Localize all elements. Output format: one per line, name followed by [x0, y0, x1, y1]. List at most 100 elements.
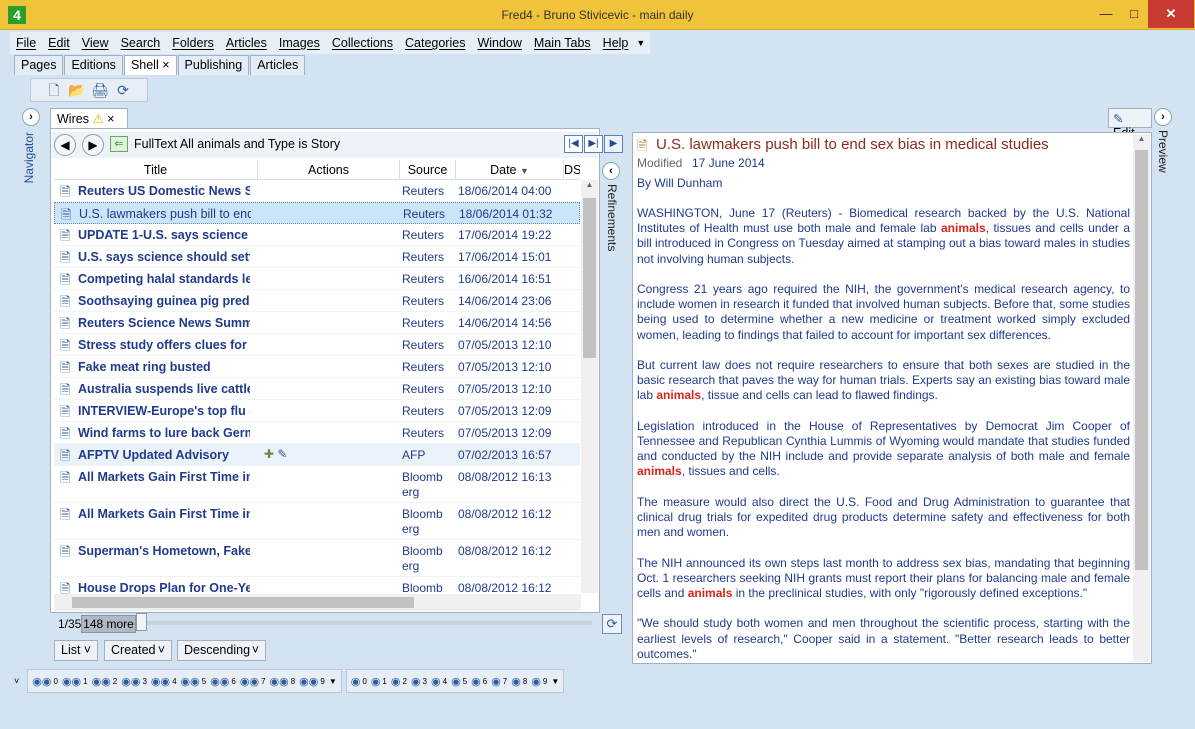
globe-icon[interactable]: ◉ [431, 675, 441, 688]
table-row[interactable]: 🗎 Australia suspends live cattle e Reuters… [54, 378, 580, 400]
table-row[interactable]: 🗎UPDATE 1-U.S. says science sheReuters17… [54, 224, 580, 246]
tab-publishing[interactable]: Publishing [177, 55, 250, 75]
binoculars-icon[interactable]: ◉◉ [121, 675, 140, 688]
table-row[interactable]: 🗎 Wind farms to lure back Germ Reuters 07/0… [54, 422, 580, 444]
forward-icon[interactable]: ▶ [82, 134, 104, 156]
menu-edit[interactable]: Edit [42, 36, 76, 50]
overflow-icon[interactable]: ▼ [551, 677, 559, 686]
first-page-icon[interactable]: |◀ [564, 135, 583, 153]
column-date[interactable]: Date ▼ [456, 160, 564, 179]
binoculars-icon[interactable]: ◉◉ [62, 675, 81, 688]
binoculars-icon[interactable]: ◉◉ [92, 675, 111, 688]
preview-label[interactable]: Preview [1156, 130, 1170, 173]
menu-file[interactable]: File [10, 36, 42, 50]
print-icon[interactable]: 🖨 [91, 81, 109, 99]
menu-articles[interactable]: Articles [220, 36, 273, 50]
table-row[interactable]: 🗎 Stress study offers clues for ne Reuters… [54, 334, 580, 356]
view-mode-select[interactable]: List ˅ [54, 640, 98, 661]
table-row[interactable]: 🗎 AFPTV Updated Advisory ✚ ✎ AFP 07/02/2013 … [54, 444, 580, 466]
menu-overflow-icon[interactable]: ▼ [636, 38, 645, 48]
binoculars-icon[interactable]: ◉◉ [181, 675, 200, 688]
menu-categories[interactable]: Categories [399, 36, 471, 50]
globe-icon[interactable]: ◉ [391, 675, 401, 688]
binoculars-icon[interactable]: ◉◉ [32, 675, 51, 688]
open-folder-icon[interactable]: 📂 [68, 81, 86, 99]
tab-wires[interactable]: Wires ⚠ × [50, 108, 128, 128]
tab-articles[interactable]: Articles [250, 55, 306, 75]
close-tab-icon[interactable]: × [107, 112, 114, 126]
menu-collections[interactable]: Collections [326, 36, 399, 50]
menu-folders[interactable]: Folders [166, 36, 220, 50]
binoculars-icon[interactable]: ◉◉ [299, 675, 318, 688]
sort-field-select[interactable]: Created ˅ [104, 640, 172, 661]
attachment-icon[interactable]: ✚ [264, 447, 274, 461]
globe-icon[interactable]: ◉ [531, 675, 541, 688]
table-row[interactable]: 🗎 Fake meat ring busted Reuters 07/05/2013 … [54, 356, 580, 378]
expand-refinements-icon[interactable]: ‹ [602, 162, 620, 180]
binoculars-icon[interactable]: ◉◉ [210, 675, 229, 688]
close-button[interactable]: ✕ [1148, 0, 1194, 28]
column-actions[interactable]: Actions [258, 160, 400, 179]
table-row[interactable]: 🗎Reuters US Domestic News SummReuters18/… [54, 180, 580, 202]
globe-icon[interactable]: ◉ [471, 675, 481, 688]
list-scroll-thumb[interactable] [583, 198, 596, 358]
refinements-label[interactable]: Refinements [605, 184, 619, 251]
binoculars-icon[interactable]: ◉◉ [240, 675, 259, 688]
new-document-icon[interactable]: 🗋 [45, 81, 63, 99]
edit-icon[interactable]: ✎ [277, 447, 287, 461]
maximize-button[interactable]: □ [1120, 0, 1148, 28]
menu-window[interactable]: Window [471, 36, 527, 50]
tab-shell[interactable]: Shell × [123, 55, 177, 75]
table-row[interactable]: 🗎 INTERVIEW-Europe's top flu ex Reuters 07/… [54, 400, 580, 422]
table-row[interactable]: 🗎 Soothsaying guinea pig predict Reuters 14… [54, 290, 580, 312]
play-icon[interactable]: ▶ [604, 135, 623, 153]
back-icon[interactable]: ◀ [54, 134, 76, 156]
globe-icon[interactable]: ◉ [491, 675, 501, 688]
table-row[interactable]: 🗎 U.S. says science should settle Reuters 1… [54, 246, 580, 268]
paging-slider[interactable] [140, 621, 592, 625]
paging-slider-thumb[interactable] [136, 613, 147, 631]
minimize-button[interactable]: — [1092, 0, 1120, 28]
expand-navigator-icon[interactable]: › [22, 108, 40, 126]
scroll-up-icon[interactable]: ▲ [581, 180, 598, 189]
globe-icon[interactable]: ◉ [351, 675, 361, 688]
globe-icon[interactable]: ◉ [411, 675, 421, 688]
column-source[interactable]: Source [400, 160, 456, 179]
globe-icon[interactable]: ◉ [511, 675, 521, 688]
column-title[interactable]: Title [54, 160, 258, 179]
table-row[interactable]: 🗎 Competing halal standards leav Reuters 16… [54, 268, 580, 290]
refresh-list-icon[interactable]: ⟳ [602, 614, 622, 634]
table-row-selected[interactable]: 🗎 U.S. lawmakers push bill to end Reuters 1… [54, 202, 580, 224]
tab-editions[interactable]: Editions [64, 55, 123, 75]
binoculars-icon[interactable]: ◉◉ [151, 675, 170, 688]
go-back-query-icon[interactable]: ⇐ [110, 136, 128, 152]
globe-icon[interactable]: ◉ [451, 675, 461, 688]
navigator-label[interactable]: Navigator [22, 132, 36, 183]
menu-view[interactable]: View [76, 36, 115, 50]
scroll-up-icon[interactable]: ▲ [1133, 134, 1150, 143]
close-tab-icon[interactable]: × [162, 58, 169, 72]
table-row[interactable]: 🗎 All Markets Gain First Time in T Bloomb … [54, 503, 580, 540]
tab-pages[interactable]: Pages [14, 55, 64, 75]
table-row[interactable]: 🗎 All Markets Gain First Time in T Bloomb … [54, 466, 580, 503]
next-page-icon[interactable]: ▶| [584, 135, 603, 153]
menu-help[interactable]: Help [597, 36, 635, 50]
globe-icon[interactable]: ◉ [371, 675, 381, 688]
table-row[interactable]: 🗎 House Drops Plan for One-Yea Bloomb 08/08… [54, 577, 580, 594]
refresh-icon[interactable]: ⟳ [114, 81, 132, 99]
sort-order-select[interactable]: Descending ˅ [177, 640, 266, 661]
column-ds[interactable]: DS [564, 160, 580, 179]
menu-main-tabs[interactable]: Main Tabs [528, 36, 597, 50]
table-row[interactable]: 🗎 Reuters Science News Summa Reuters 14/06/… [54, 312, 580, 334]
overflow-icon[interactable]: ▼ [329, 677, 337, 686]
more-results-button[interactable]: 148 more [81, 615, 136, 633]
binoculars-icon[interactable]: ◉◉ [270, 675, 289, 688]
preview-scroll-thumb[interactable] [1135, 150, 1148, 570]
table-row[interactable]: 🗎 Superman's Hometown, Fake C Bloomb erg 08… [54, 540, 580, 577]
menu-images[interactable]: Images [273, 36, 326, 50]
edit-button[interactable]: ✎ Edit [1108, 108, 1152, 140]
expand-preview-icon[interactable]: › [1154, 108, 1172, 126]
list-hscroll-thumb[interactable] [72, 597, 414, 608]
toolbar-collapse-icon[interactable]: ˅ [14, 676, 19, 686]
menu-search[interactable]: Search [115, 36, 167, 50]
